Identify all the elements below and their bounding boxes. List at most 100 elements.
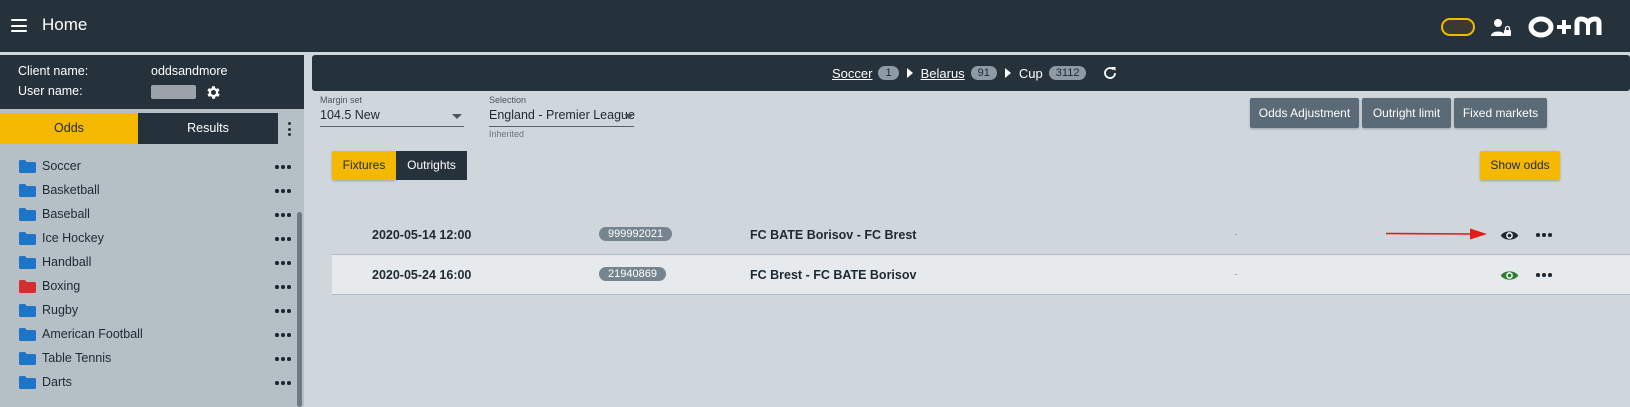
fixture-id-badge: 999992021	[599, 227, 673, 241]
sidebar-item-handball[interactable]: Handball	[0, 251, 300, 276]
selection-value: England - Premier League	[489, 108, 635, 122]
refresh-icon[interactable]	[1102, 65, 1118, 81]
more-icon[interactable]	[275, 213, 291, 217]
folder-icon	[19, 352, 36, 365]
folder-icon	[19, 256, 36, 269]
sidebar-scrollbar[interactable]	[297, 212, 302, 407]
sidebar-item-darts[interactable]: Darts	[0, 371, 300, 396]
client-info: Client name: oddsandmore User name:	[0, 55, 304, 109]
client-name-value: oddsandmore	[151, 64, 228, 78]
sidebar-item-basketball[interactable]: Basketball	[0, 179, 300, 204]
main-panel: Soccer 1 Belarus 91 Cup 3112 Margin set …	[312, 55, 1630, 407]
sidebar-item-rugby[interactable]: Rugby	[0, 299, 300, 324]
hamburger-icon[interactable]	[11, 19, 27, 32]
tab-results[interactable]: Results	[138, 113, 278, 144]
field-underline	[489, 126, 634, 127]
sidebar: Client name: oddsandmore User name: Odds…	[0, 55, 304, 407]
folder-icon	[19, 304, 36, 317]
count-badge: 3112	[1048, 66, 1087, 80]
fixture-date: 2020-05-24 16:00	[372, 268, 472, 282]
outright-limit-button[interactable]: Outright limit	[1362, 98, 1451, 128]
chevron-down-icon	[452, 114, 462, 119]
toggle-switch[interactable]	[1441, 18, 1475, 36]
fixture-name: FC Brest - FC BATE Borisov	[750, 268, 917, 282]
folder-icon	[19, 376, 36, 389]
sport-label: Handball	[42, 255, 92, 269]
odds-adjustment-button[interactable]: Odds Adjustment	[1250, 98, 1359, 128]
filter-bar: Margin set 104.5 New Selection England -…	[312, 95, 1630, 143]
field-underline	[320, 126, 464, 127]
folder-icon	[19, 184, 36, 197]
client-name-label: Client name:	[18, 64, 89, 78]
more-icon[interactable]	[275, 165, 291, 169]
sidebar-item-ice-hockey[interactable]: Ice Hockey	[0, 227, 300, 252]
more-icon[interactable]	[275, 285, 291, 289]
sport-label: Rugby	[42, 303, 79, 317]
more-vertical-icon[interactable]	[288, 122, 292, 137]
divider	[1235, 274, 1237, 275]
breadcrumb: Soccer 1 Belarus 91 Cup 3112	[312, 55, 1630, 91]
top-bar: Home	[0, 0, 1630, 52]
count-badge: 91	[970, 66, 997, 80]
margin-set-label: Margin set	[320, 95, 363, 105]
tab-outrights[interactable]: Outrights	[396, 151, 467, 180]
fixed-markets-button[interactable]: Fixed markets	[1454, 98, 1547, 128]
more-icon[interactable]	[275, 333, 291, 337]
brand-logo	[1528, 16, 1602, 38]
annotation-arrow-icon	[1386, 228, 1487, 240]
more-icon[interactable]	[1536, 273, 1552, 277]
more-icon[interactable]	[275, 189, 291, 193]
folder-icon	[19, 232, 36, 245]
folder-icon	[19, 160, 36, 173]
chevron-right-icon	[1004, 68, 1011, 78]
sport-label: Darts	[42, 375, 72, 389]
folder-icon	[19, 280, 36, 293]
divider	[1235, 234, 1237, 235]
more-icon[interactable]	[1536, 233, 1552, 237]
sidebar-item-boxing[interactable]: Boxing	[0, 275, 300, 300]
more-icon[interactable]	[275, 381, 291, 385]
gear-icon[interactable]	[205, 84, 222, 101]
more-icon[interactable]	[275, 309, 291, 313]
user-lock-icon[interactable]	[1490, 17, 1512, 39]
eye-icon[interactable]	[1500, 266, 1519, 285]
folder-icon	[19, 208, 36, 221]
tab-fixtures[interactable]: Fixtures	[332, 151, 396, 180]
margin-set-value: 104.5 New	[320, 108, 380, 122]
breadcrumb-cup: Cup	[1018, 65, 1043, 81]
selection-select[interactable]: England - Premier League	[482, 105, 642, 127]
margin-set-select[interactable]: 104.5 New	[312, 105, 467, 127]
fixture-id-badge: 21940869	[599, 267, 666, 281]
show-odds-button[interactable]: Show odds	[1480, 151, 1560, 180]
sport-label: Ice Hockey	[42, 231, 104, 245]
tab-odds[interactable]: Odds	[0, 113, 138, 144]
more-icon[interactable]	[275, 237, 291, 241]
more-icon[interactable]	[275, 261, 291, 265]
user-name-label: User name:	[18, 84, 83, 98]
sidebar-tabs: Odds Results	[0, 113, 304, 145]
folder-icon	[19, 328, 36, 341]
sport-label: Basketball	[42, 183, 100, 197]
chevron-right-icon	[906, 68, 913, 78]
sport-label: Soccer	[42, 159, 81, 173]
sidebar-item-table-tennis[interactable]: Table Tennis	[0, 347, 300, 372]
breadcrumb-belarus[interactable]: Belarus	[921, 66, 965, 81]
selection-note: Inherited	[489, 129, 525, 139]
sidebar-item-soccer[interactable]: Soccer	[0, 155, 300, 180]
user-name-value	[151, 85, 196, 99]
fixture-name: FC BATE Borisov - FC Brest	[750, 228, 917, 242]
more-icon[interactable]	[275, 357, 291, 361]
selection-label: Selection	[489, 95, 527, 105]
table-row[interactable]: 2020-05-24 16:00 21940869 FC Brest - FC …	[332, 255, 1630, 295]
sport-label: Boxing	[42, 279, 81, 293]
sport-label: Table Tennis	[42, 351, 112, 365]
sport-label: American Football	[42, 327, 143, 341]
count-badge: 1	[878, 66, 899, 80]
sidebar-item-american-football[interactable]: American Football	[0, 323, 300, 348]
page-title: Home	[42, 15, 88, 34]
sidebar-item-baseball[interactable]: Baseball	[0, 203, 300, 228]
sport-label: Baseball	[42, 207, 90, 221]
eye-icon[interactable]	[1500, 226, 1519, 245]
chevron-down-icon	[624, 114, 634, 119]
breadcrumb-soccer[interactable]: Soccer	[832, 66, 872, 81]
